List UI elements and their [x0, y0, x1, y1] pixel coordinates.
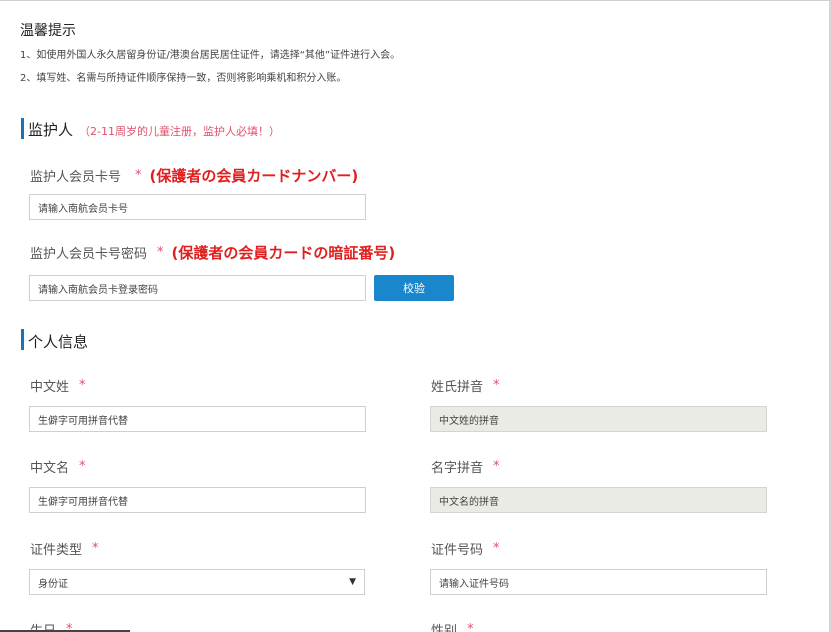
tip-line-2: 2、填写姓、名需与所持证件顺序保持一致，否则将影响乘机和积分入账。 — [20, 73, 347, 84]
id-no-label-row: 证件号码 * — [431, 539, 500, 558]
given-pinyin-input[interactable]: 中文名的拼音 — [430, 487, 767, 513]
required-icon: * — [135, 168, 142, 183]
gender-label-row: 性别 * — [431, 620, 474, 632]
surname-pinyin-label-row: 姓氏拼音 * — [431, 376, 500, 395]
guardian-pwd-jp-note: (保護者の会員カードの暗証番号) — [171, 244, 396, 262]
required-icon: * — [467, 622, 474, 632]
required-icon: * — [493, 459, 500, 474]
surname-pinyin-label: 姓氏拼音 — [431, 380, 484, 395]
surname-label: 中文姓 — [30, 380, 70, 395]
id-type-label-row: 证件类型 * — [30, 539, 99, 558]
surname-input[interactable]: 生僻字可用拼音代替 — [29, 406, 366, 432]
required-icon: * — [493, 541, 500, 556]
id-type-value: 身份证 — [38, 578, 68, 590]
given-pinyin-label-row: 名字拼音 * — [431, 457, 500, 476]
tips-title: 温馨提示 — [20, 23, 76, 39]
required-icon: * — [92, 541, 99, 556]
verify-button[interactable]: 校验 — [374, 275, 454, 301]
surname-label-row: 中文姓 * — [30, 376, 86, 395]
id-type-label: 证件类型 — [30, 543, 83, 558]
guardian-section-header: 监护人 （2-11周岁的儿童注册，监护人必填！） — [28, 119, 280, 140]
given-pinyin-label: 名字拼音 — [431, 461, 484, 476]
surname-pinyin-input[interactable]: 中文姓的拼音 — [430, 406, 767, 432]
id-no-label: 证件号码 — [431, 543, 484, 558]
guardian-section-title: 监护人 — [28, 121, 74, 139]
personal-section-title: 个人信息 — [28, 333, 89, 351]
guardian-card-input[interactable]: 请输入南航会员卡号 — [29, 194, 366, 220]
given-input[interactable]: 生僻字可用拼音代替 — [29, 487, 366, 513]
required-icon: * — [79, 459, 86, 474]
tip-line-1: 1、如使用外国人永久居留身份证/港澳台居民居住证件，请选择“其他”证件进行入会。 — [20, 50, 401, 61]
window-top-border — [0, 0, 831, 5]
guardian-section-bar — [21, 118, 24, 139]
guardian-pwd-input[interactable]: 请输入南航会员卡登录密码 — [29, 275, 366, 301]
required-icon: * — [493, 378, 500, 393]
required-icon: * — [79, 378, 86, 393]
id-type-select[interactable]: 身份证 ▼ — [29, 569, 365, 595]
required-icon: * — [157, 245, 164, 260]
guardian-pwd-label: 监护人会员卡号密码 — [30, 247, 148, 262]
given-label-row: 中文名 * — [30, 457, 86, 476]
chevron-down-icon: ▼ — [349, 577, 356, 587]
guardian-card-jp-note: (保護者の会員カードナンバー) — [149, 167, 359, 185]
guardian-section-note: （2-11周岁的儿童注册，监护人必填！） — [79, 125, 280, 138]
given-label: 中文名 — [30, 461, 70, 476]
gender-label: 性别 — [431, 624, 458, 632]
guardian-card-label-row: 监护人会员卡号 * (保護者の会員カードナンバー) — [30, 165, 358, 186]
guardian-card-label: 监护人会员卡号 — [30, 170, 122, 185]
id-no-input[interactable]: 请输入证件号码 — [430, 569, 767, 595]
personal-section-bar — [21, 329, 24, 350]
guardian-pwd-label-row: 监护人会员卡号密码 * (保護者の会員カードの暗証番号) — [30, 242, 395, 263]
